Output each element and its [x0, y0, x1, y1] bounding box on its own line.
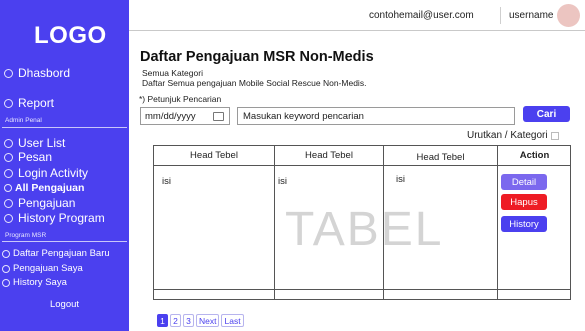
- page-button-1[interactable]: 1: [157, 314, 168, 327]
- row-divider-line: [154, 289, 570, 290]
- radio-icon: [2, 249, 10, 258]
- divider: [2, 127, 127, 128]
- page-title: Daftar Pengajuan MSR Non-Medis: [140, 49, 374, 65]
- search-hint: *) Petunjuk Pencarian: [139, 94, 222, 104]
- sidebar-item-pesan[interactable]: Pesan: [4, 150, 52, 164]
- column-divider: [274, 146, 275, 299]
- sidebar-item-label: Login Activity: [18, 166, 89, 180]
- delete-button[interactable]: Hapus: [501, 194, 547, 210]
- date-input[interactable]: mm/dd/yyyy: [140, 107, 230, 125]
- radio-icon: [2, 278, 10, 287]
- page-description: Daftar Semua pengajuan Mobile Social Res…: [142, 78, 367, 88]
- sidebar-item-label: Report: [18, 96, 55, 110]
- column-divider: [497, 146, 498, 299]
- sidebar-item-history-saya[interactable]: History Saya: [2, 277, 67, 288]
- sidebar-item-label: User List: [18, 136, 66, 150]
- radio-icon: [4, 98, 13, 108]
- radio-icon: [4, 152, 13, 162]
- category-label: Semua Kategori: [142, 68, 203, 78]
- sidebar: LOGO Dhasbord Report Admin Penal User Li…: [0, 0, 129, 331]
- column-header: Head Tebel: [305, 150, 353, 161]
- table-cell: isi: [162, 176, 171, 187]
- sidebar-item-label: History Saya: [13, 277, 67, 288]
- radio-icon: [4, 68, 13, 78]
- table-cell: isi: [396, 174, 405, 185]
- sidebar-item-label: Pesan: [18, 150, 53, 164]
- sort-checkbox[interactable]: [550, 131, 559, 140]
- radio-icon: [4, 168, 13, 178]
- section-label-program: Program MSR: [5, 232, 47, 239]
- radio-icon: [4, 184, 12, 192]
- sidebar-item-label: Pengajuan: [18, 196, 76, 210]
- sidebar-item-label: History Program: [18, 211, 105, 225]
- avatar[interactable]: [557, 4, 580, 27]
- section-label-admin: Admin Penal: [5, 117, 42, 124]
- sidebar-item-login-activity[interactable]: Login Activity: [4, 166, 88, 180]
- pagination: 1 2 3 Next Last: [157, 314, 244, 327]
- user-email: contohemail@user.com: [369, 10, 474, 21]
- search-placeholder: Masukan keyword pencarian: [243, 110, 364, 122]
- calendar-icon[interactable]: [213, 112, 224, 121]
- sidebar-item-dashboard[interactable]: Dhasbord: [4, 66, 70, 80]
- sidebar-item-label: All Pengajuan: [15, 182, 85, 194]
- sidebar-item-history-program[interactable]: History Program: [4, 211, 105, 225]
- sidebar-item-report[interactable]: Report: [4, 96, 54, 110]
- next-page-button[interactable]: Next: [196, 314, 220, 327]
- sidebar-item-label: Daftar Pengajuan Baru: [13, 248, 110, 259]
- sidebar-item-all-pengajuan[interactable]: All Pengajuan: [4, 182, 84, 194]
- sort-label: Urutkan / Kategori: [467, 130, 548, 141]
- header-divider-line: [154, 165, 570, 166]
- radio-icon: [2, 264, 10, 273]
- sort-control[interactable]: Urutkan / Kategori: [467, 130, 559, 141]
- search-input[interactable]: Masukan keyword pencarian: [237, 107, 515, 125]
- column-header: Head Tebel: [416, 152, 465, 163]
- sidebar-item-user-list[interactable]: User List: [4, 136, 65, 150]
- radio-icon: [4, 213, 13, 223]
- top-header: contohemail@user.com username: [129, 0, 585, 31]
- sidebar-item-pengajuan[interactable]: Pengajuan: [4, 196, 75, 210]
- page-button-2[interactable]: 2: [170, 314, 181, 327]
- page-button-3[interactable]: 3: [183, 314, 194, 327]
- history-button[interactable]: History: [501, 216, 547, 232]
- logo: LOGO: [34, 22, 107, 49]
- radio-icon: [4, 138, 13, 148]
- sidebar-item-daftar-pengajuan-baru[interactable]: Daftar Pengajuan Baru: [2, 248, 110, 259]
- column-header-action: Action: [519, 150, 550, 161]
- radio-icon: [4, 198, 13, 208]
- data-table: Head Tebel Head Tebel Head Tebel Action …: [153, 145, 571, 300]
- divider: [2, 241, 127, 242]
- sidebar-item-pengajuan-saya[interactable]: Pengajuan Saya: [2, 263, 83, 274]
- username-link[interactable]: username: [509, 10, 553, 21]
- table-watermark: TABEL: [285, 203, 444, 256]
- last-page-button[interactable]: Last: [221, 314, 244, 327]
- header-divider: [500, 7, 501, 24]
- column-header: Head Tebel: [190, 150, 238, 161]
- sidebar-item-label: Dhasbord: [18, 66, 71, 80]
- search-button[interactable]: Cari: [523, 106, 570, 122]
- logout-button[interactable]: Logout: [0, 299, 129, 310]
- table-cell: isi: [278, 176, 287, 187]
- sidebar-item-label: Pengajuan Saya: [13, 263, 83, 274]
- detail-button[interactable]: Detail: [501, 174, 547, 190]
- date-placeholder: mm/dd/yyyy: [145, 110, 196, 122]
